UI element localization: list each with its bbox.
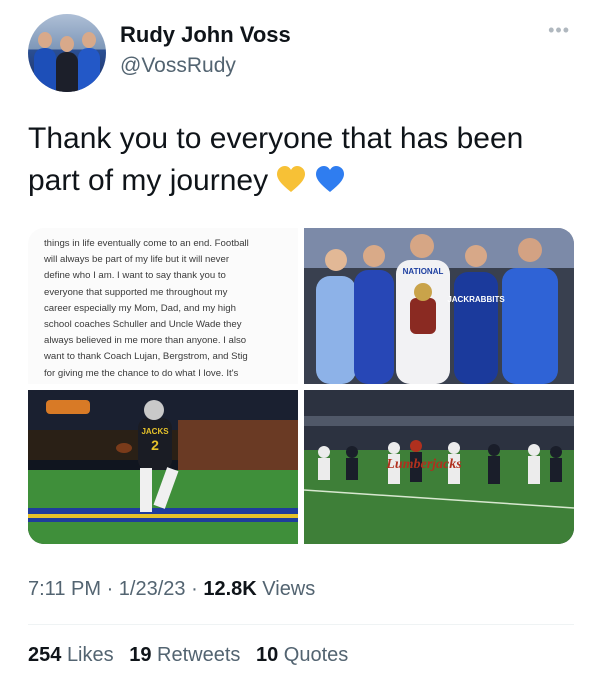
views-label: Views — [262, 578, 316, 600]
avatar-face — [60, 36, 74, 52]
note-line: define who I am. I want to say thank you… — [44, 270, 226, 282]
note-line: want to thank Coach Lujan, Bergstrom, an… — [44, 351, 248, 363]
note-line: for giving me the chance to do what I lo… — [44, 367, 239, 379]
retweets-label: Retweets — [157, 644, 241, 666]
avatar-person — [34, 48, 56, 92]
field-photo-scene: JACKS 2 — [28, 390, 298, 544]
meta-separator: · — [191, 578, 198, 600]
avatar-person — [56, 52, 78, 92]
user-handle[interactable]: @VossRudy — [120, 54, 236, 78]
note-line: school coaches Schuller and Uncle Wade t… — [44, 319, 242, 331]
display-name[interactable]: Rudy John Voss — [120, 22, 291, 48]
likes-count: 254 — [28, 644, 62, 666]
tweet-stats: 254 Likes 19 Retweets 10 Quotes — [28, 644, 348, 667]
blue-heart-icon — [315, 166, 344, 192]
note-text: things in life eventually come to an end… — [44, 236, 286, 384]
retweets-stat[interactable]: 19 Retweets — [129, 644, 240, 666]
likes-label: Likes — [66, 644, 114, 666]
quotes-label: Quotes — [283, 644, 349, 666]
meta-separator: · — [106, 578, 114, 600]
views-count: 12.8K — [203, 578, 257, 600]
more-horizontal-icon[interactable]: ••• — [548, 20, 570, 41]
media-field-photo[interactable]: JACKS 2 — [28, 390, 298, 544]
tweet-media-grid[interactable]: things in life eventually come to an end… — [28, 228, 574, 544]
media-game-photo[interactable]: Lumberjacks — [304, 390, 574, 544]
divider — [28, 624, 574, 625]
tweet-date[interactable]: 1/23/23 — [119, 578, 186, 600]
quotes-count: 10 — [255, 644, 279, 666]
avatar[interactable] — [28, 14, 106, 92]
tweet-time[interactable]: 7:11 PM — [28, 578, 101, 600]
avatar-face — [38, 32, 52, 48]
media-family-photo[interactable]: NATIONAL JACKRABBITS — [304, 228, 574, 384]
note-line: things in life eventually come to an end… — [44, 238, 249, 249]
media-note-image[interactable]: things in life eventually come to an end… — [28, 228, 298, 384]
retweets-count: 19 — [129, 644, 152, 666]
shirt-text: JACKRABBITS — [447, 295, 505, 304]
avatar-face — [82, 32, 96, 48]
tweet-header: Rudy John Voss @VossRudy ••• — [28, 14, 576, 94]
tweet-meta: 7:11 PM · 1/23/23 · 12.8K Views — [28, 578, 315, 601]
likes-stat[interactable]: 254 Likes — [28, 644, 114, 666]
yellow-heart-icon — [277, 166, 306, 192]
avatar-person — [78, 48, 100, 92]
quotes-stat[interactable]: 10 Quotes — [256, 644, 348, 666]
note-line: everyone that supported me throughout my — [44, 286, 228, 298]
note-line: always believed in me more than anyone. … — [44, 335, 247, 347]
note-line: will always be part of my life but it wi… — [44, 254, 230, 266]
game-photo-scene: Lumberjacks — [304, 390, 574, 544]
family-photo-scene: NATIONAL JACKRABBITS — [304, 228, 574, 384]
note-line: career especially my Mom, Dad, and my hi… — [44, 302, 236, 314]
endzone-text: Lumberjacks — [385, 457, 462, 472]
jersey-number: 2 — [151, 437, 159, 453]
note-line: sad because I won't be with my teammates… — [44, 382, 286, 385]
tweet-text: Thank you to everyone that has been part… — [28, 118, 576, 202]
trophy-text: NATIONAL — [403, 267, 444, 276]
jersey-text: JACKS — [141, 427, 169, 436]
